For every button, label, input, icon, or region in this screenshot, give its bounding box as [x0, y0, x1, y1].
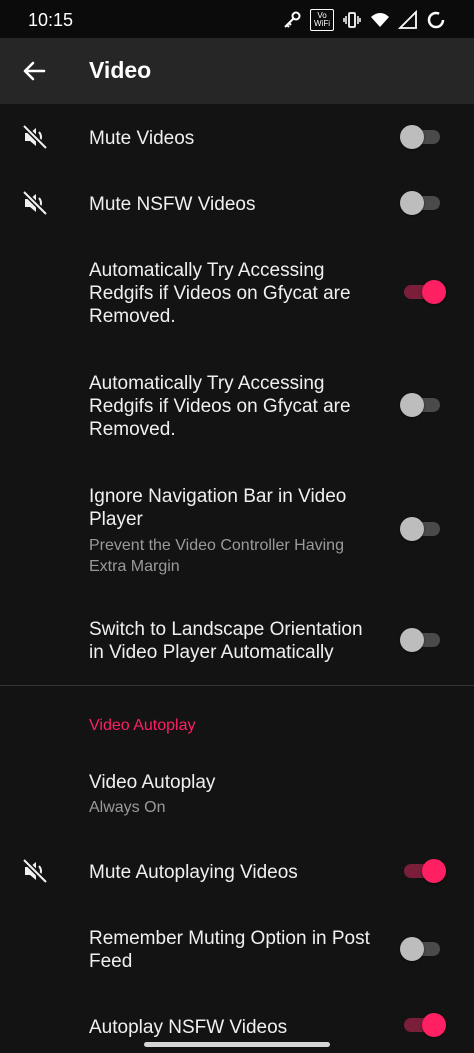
video-autoplay-value: Always On: [89, 799, 166, 816]
mute-nsfw-videos-toggle[interactable]: [400, 188, 444, 218]
remember-muting-toggle[interactable]: [400, 934, 444, 964]
redgifs-fallback-label: Automatically Try Accessing Redgifs if V…: [89, 260, 351, 327]
autoplay-nsfw-videos-toggle[interactable]: [400, 1010, 446, 1040]
volume-off-icon: [20, 856, 50, 886]
ignore-nav-bar-toggle[interactable]: [400, 514, 444, 544]
arrow-left-icon[interactable]: [18, 55, 50, 87]
section-divider: [0, 685, 474, 686]
mute-nsfw-videos-row[interactable]: Mute NSFW Videos: [0, 170, 474, 236]
redgifs-fallback-label-2: Automatically Try Accessing Redgifs if V…: [89, 373, 351, 440]
toggle-thumb: [422, 859, 446, 883]
mute-videos-toggle[interactable]: [400, 122, 444, 152]
toggle-thumb: [400, 628, 424, 652]
autoplay-nsfw-videos-label: Autoplay NSFW Videos: [89, 1017, 288, 1038]
toggle-thumb: [422, 280, 446, 304]
status-bar: 10:15 Vo WiFi: [0, 0, 474, 38]
redgifs-fallback-row[interactable]: Automatically Try Accessing Redgifs if V…: [0, 246, 474, 346]
battery-icon: [426, 10, 446, 30]
wifi-icon: [370, 10, 390, 30]
remember-muting-label: Remember Muting Option in Post Feed: [89, 928, 370, 972]
mute-autoplaying-videos-toggle[interactable]: [400, 856, 446, 886]
video-autoplay-row[interactable]: Video Autoplay Always On: [0, 760, 474, 832]
mute-videos-label: Mute Videos: [89, 128, 195, 149]
mute-nsfw-videos-label: Mute NSFW Videos: [89, 194, 256, 215]
toggle-thumb: [400, 517, 424, 541]
landscape-orientation-toggle[interactable]: [400, 625, 444, 655]
page-title: Video: [89, 57, 152, 83]
section-header-video-autoplay: Video Autoplay: [89, 717, 196, 734]
remember-muting-row[interactable]: Remember Muting Option in Post Feed: [0, 914, 474, 990]
landscape-orientation-row[interactable]: Switch to Landscape Orientation in Video…: [0, 605, 474, 681]
key-icon: [282, 10, 302, 30]
status-icons: Vo WiFi: [282, 9, 446, 31]
mute-videos-row[interactable]: Mute Videos: [0, 104, 474, 170]
ignore-nav-bar-row[interactable]: Ignore Navigation Bar in Video Player Pr…: [0, 472, 474, 592]
volume-off-icon: [20, 188, 50, 218]
toggle-thumb: [400, 191, 424, 215]
toggle-thumb: [400, 393, 424, 417]
vibrate-icon: [342, 10, 362, 30]
toggle-thumb: [400, 125, 424, 149]
landscape-orientation-label: Switch to Landscape Orientation in Video…: [89, 619, 363, 663]
mute-autoplaying-videos-label: Mute Autoplaying Videos: [89, 862, 298, 883]
toggle-thumb: [422, 1013, 446, 1037]
redgifs-fallback-toggle[interactable]: [400, 277, 446, 307]
volume-off-icon: [20, 122, 50, 152]
ignore-nav-bar-label: Ignore Navigation Bar in Video Player: [89, 486, 347, 530]
toggle-thumb: [400, 937, 424, 961]
status-time: 10:15: [28, 10, 74, 30]
mute-autoplaying-videos-row[interactable]: Mute Autoplaying Videos: [0, 838, 474, 904]
ignore-nav-bar-sublabel: Prevent the Video Controller Having Extr…: [89, 537, 344, 575]
signal-icon: [398, 10, 418, 30]
gesture-nav-handle[interactable]: [144, 1042, 330, 1047]
volte-bottom-text: WiFi: [314, 19, 330, 28]
app-bar: Video: [0, 38, 474, 104]
redgifs-fallback-toggle-2[interactable]: [400, 390, 444, 420]
volte-wifi-icon: Vo WiFi: [310, 9, 334, 31]
video-autoplay-label: Video Autoplay: [89, 772, 216, 793]
redgifs-fallback-row-2[interactable]: Automatically Try Accessing Redgifs if V…: [0, 359, 474, 459]
